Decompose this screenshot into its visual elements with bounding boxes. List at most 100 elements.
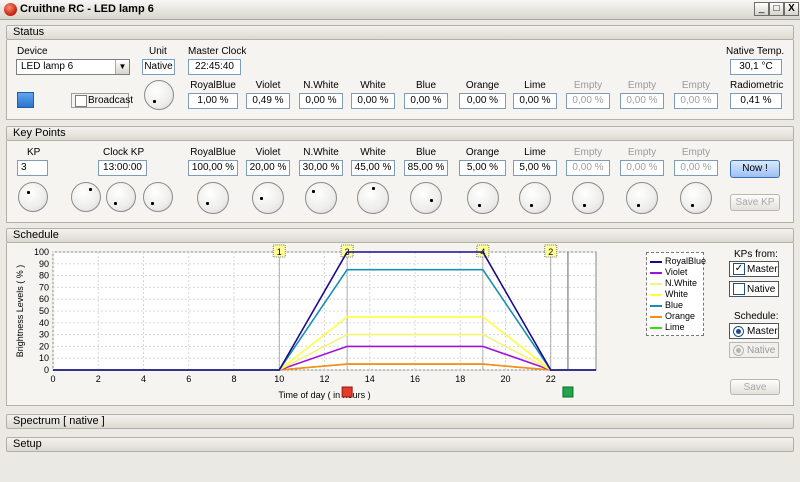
now-button[interactable]: Now ! xyxy=(730,160,780,178)
kps-master-checkbox[interactable]: ✓ xyxy=(733,263,745,275)
keypoint-channel-knob[interactable] xyxy=(252,182,284,214)
window-title: Cruithne RC - LED lamp 6 xyxy=(20,3,154,15)
keypoint-marker-label: 1 xyxy=(277,247,282,257)
schedule-header[interactable]: Schedule xyxy=(6,228,794,243)
native-temp-field: 30,1 °C xyxy=(730,59,782,75)
device-select[interactable]: LED lamp 6 ▼ xyxy=(16,59,130,75)
y-tick-label: 0 xyxy=(44,365,49,375)
status-channel-value: 0,00 % xyxy=(566,93,610,109)
legend-label: Violet xyxy=(665,267,688,277)
current-time-marker[interactable] xyxy=(562,386,574,398)
keypoint-channel-value[interactable]: 30,00 % xyxy=(299,160,343,176)
maximize-button[interactable]: □ xyxy=(769,2,784,16)
status-channel-value: 0,00 % xyxy=(351,93,395,109)
kps-native-checkbox[interactable] xyxy=(733,283,745,295)
keypoint-channel-value[interactable]: 85,00 % xyxy=(404,160,448,176)
clock-kp-input[interactable]: 13:00:00 xyxy=(98,160,147,176)
keypoint-channel-value[interactable]: 100,00 % xyxy=(188,160,238,176)
legend-swatch xyxy=(650,294,662,296)
kp-knob[interactable] xyxy=(18,182,48,212)
kps-native-option[interactable]: Native xyxy=(729,281,779,297)
keypoint-channel-label: Violet xyxy=(255,147,281,158)
x-tick-label: 16 xyxy=(410,374,420,384)
kp-input[interactable]: 3 xyxy=(17,160,48,176)
keypoint-channel-value[interactable]: 5,00 % xyxy=(513,160,557,176)
keypoints-header[interactable]: Key Points xyxy=(6,126,794,141)
broadcast-checkbox[interactable] xyxy=(75,95,87,107)
legend-swatch xyxy=(650,305,662,307)
master-clock-field: 22:45:40 xyxy=(188,59,241,75)
y-tick-label: 70 xyxy=(39,282,49,292)
keypoint-channel-knob[interactable] xyxy=(466,182,499,214)
setup-header[interactable]: Setup xyxy=(6,437,794,452)
keypoint-channel-knob[interactable] xyxy=(519,182,551,214)
save-kp-button[interactable]: Save KP xyxy=(730,194,780,211)
keypoint-marker-label: 2 xyxy=(548,247,553,257)
keypoint-channel-value[interactable]: 20,00 % xyxy=(246,160,290,176)
keypoint-channel-knob[interactable] xyxy=(626,182,658,214)
minimize-button[interactable]: _ xyxy=(754,2,769,16)
status-channel-label: Orange xyxy=(465,80,500,91)
status-channel-value: 0,00 % xyxy=(674,93,718,109)
native-temp-label: Native Temp. xyxy=(726,46,785,57)
keypoint-channel-knob[interactable] xyxy=(305,182,337,214)
keypoint-channel-knob[interactable] xyxy=(197,182,229,214)
keypoint-channel-knob[interactable] xyxy=(357,182,389,214)
x-tick-label: 10 xyxy=(274,374,284,384)
spectrum-header[interactable]: Spectrum [ native ] xyxy=(6,414,794,429)
legend-item: Blue xyxy=(650,300,704,311)
keypoint-channel-knob[interactable] xyxy=(680,182,712,214)
selected-keypoint-marker[interactable] xyxy=(341,386,353,398)
status-header[interactable]: Status xyxy=(6,25,794,40)
legend-label: Lime xyxy=(665,322,685,332)
close-button[interactable]: X xyxy=(784,2,799,16)
keypoint-channel-label: RoyalBlue xyxy=(190,147,236,158)
y-tick-label: 10 xyxy=(39,353,49,363)
keypoint-channel-value[interactable]: 0,00 % xyxy=(566,160,610,176)
radiometric-label: Radiometric xyxy=(730,80,784,91)
keypoint-channel-value[interactable]: 45,00 % xyxy=(351,160,395,176)
unit-knob[interactable] xyxy=(144,80,174,110)
chart-legend: RoyalBlue Violet N.White White Blue Orange Lim… xyxy=(646,252,706,336)
keypoint-channel-label: Lime xyxy=(524,147,546,158)
clock-minutes-knob[interactable] xyxy=(106,182,136,212)
legend-item: Lime xyxy=(650,322,704,333)
color-swatch-button[interactable] xyxy=(17,92,34,108)
schedule-master-radio[interactable] xyxy=(733,326,744,337)
keypoint-channel-knob[interactable] xyxy=(410,182,442,214)
keypoint-channel-value[interactable]: 0,00 % xyxy=(620,160,664,176)
schedule-chart[interactable]: 01020304050607080901000 2 4 6 8 10 12 14 16 18 20 2… xyxy=(8,244,638,406)
schedule-native-option[interactable]: Native xyxy=(729,342,779,358)
schedule-native-radio[interactable] xyxy=(733,345,744,356)
legend-swatch xyxy=(650,327,662,329)
keypoint-channel-value[interactable]: 5,00 % xyxy=(459,160,506,176)
x-tick-label: 18 xyxy=(455,374,465,384)
radiometric-field: 0,41 % xyxy=(730,93,782,109)
keypoint-channel-value[interactable]: 0,00 % xyxy=(674,160,718,176)
status-channel-value: 0,49 % xyxy=(246,93,290,109)
legend-swatch xyxy=(650,316,662,318)
x-tick-label: 0 xyxy=(50,374,55,384)
schedule-save-button[interactable]: Save xyxy=(730,379,780,395)
status-channel-value: 0,00 % xyxy=(299,93,343,109)
unit-field[interactable]: Native xyxy=(142,59,175,75)
y-tick-label: 30 xyxy=(39,330,49,340)
clock-seconds-knob[interactable] xyxy=(143,182,173,212)
schedule-master-option[interactable]: Master xyxy=(729,323,779,339)
legend-item: Violet xyxy=(650,267,704,278)
keypoint-channel-knob[interactable] xyxy=(572,182,604,214)
legend-label: Blue xyxy=(665,300,684,310)
broadcast-label: Broadcast xyxy=(88,95,134,106)
chevron-down-icon[interactable]: ▼ xyxy=(115,60,129,74)
status-channel-label: N.White xyxy=(303,80,339,91)
status-channel-value: 1,00 % xyxy=(188,93,238,109)
status-channel-value: 0,00 % xyxy=(620,93,664,109)
kps-master-option[interactable]: ✓ Master xyxy=(729,261,779,277)
app-icon xyxy=(4,3,17,16)
clock-hours-knob[interactable] xyxy=(71,182,101,212)
y-tick-label: 90 xyxy=(39,259,49,269)
kps-native-label: Native xyxy=(747,284,776,295)
status-channel-label: RoyalBlue xyxy=(190,80,236,91)
title-bar: Cruithne RC - LED lamp 6 _ □ X xyxy=(0,0,800,20)
broadcast-toggle[interactable]: Broadcast xyxy=(71,93,133,108)
